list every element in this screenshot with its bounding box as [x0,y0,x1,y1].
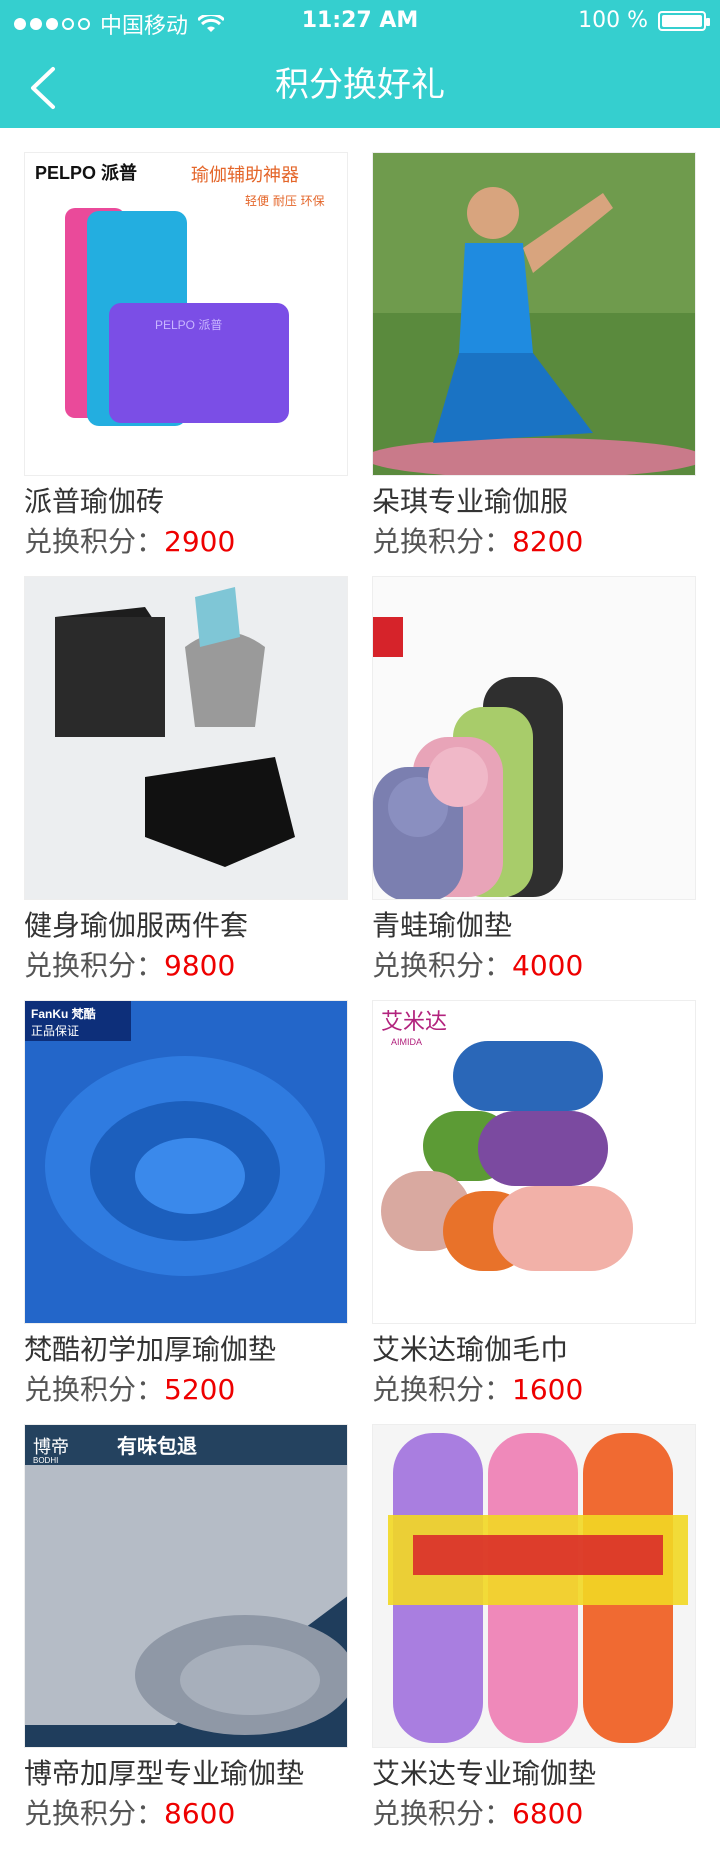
product-name[interactable]: 博帝加厚型专业瑜伽垫 [24,1754,304,1794]
product-points: 兑换积分：8200 [372,525,584,558]
product-image[interactable] [372,152,696,476]
svg-text:FanKu 梵酷: FanKu 梵酷 [31,1006,96,1021]
product-image[interactable]: 艾米达 AIMIDA [372,1000,696,1324]
svg-text:瑜伽辅助神器: 瑜伽辅助神器 [191,165,299,186]
svg-text:正品保证: 正品保证 [31,1024,79,1038]
product-card[interactable]: PELPO 派普 瑜伽辅助神器 轻便 耐压 环保 PELPO 派普 派普瑜伽砖 … [24,152,348,576]
product-image[interactable]: 博帝 BODHI 有味包退 [24,1424,348,1748]
product-name[interactable]: 艾米达专业瑜伽垫 [372,1754,596,1794]
svg-text:博帝: 博帝 [33,1437,69,1458]
svg-text:PELPO 派普: PELPO 派普 [155,318,222,332]
product-name[interactable]: 派普瑜伽砖 [24,482,164,522]
svg-text:艾米达: 艾米达 [381,1010,447,1035]
product-card[interactable]: 艾米达专业瑜伽垫 兑换积分：6800 [372,1424,696,1848]
nav-bar: 积分换好礼 [0,42,720,128]
product-card[interactable]: 朵琪专业瑜伽服 兑换积分：8200 [372,152,696,576]
product-points: 兑换积分：8600 [24,1797,236,1830]
product-points: 兑换积分：9800 [24,949,236,982]
page-title: 积分换好礼 [275,65,445,105]
product-name[interactable]: 朵琪专业瑜伽服 [372,482,568,522]
product-name[interactable]: 健身瑜伽服两件套 [24,906,248,946]
svg-text:PELPO 派普: PELPO 派普 [35,162,137,183]
points-value: 8200 [512,525,584,558]
product-name[interactable]: 艾米达瑜伽毛巾 [372,1330,568,1370]
product-name[interactable]: 梵酷初学加厚瑜伽垫 [24,1330,276,1370]
battery-icon [658,10,710,31]
product-points: 兑换积分：2900 [24,525,236,558]
product-points: 兑换积分：1600 [372,1373,584,1406]
svg-text:轻便 耐压 环保: 轻便 耐压 环保 [245,194,325,208]
svg-text:AIMIDA: AIMIDA [391,1037,422,1047]
product-image[interactable] [372,576,696,900]
svg-text:BODHI: BODHI [33,1456,58,1465]
points-value: 8600 [164,1797,236,1830]
points-value: 2900 [164,525,236,558]
product-points: 兑换积分：6800 [372,1797,584,1830]
header-bar: 中国移动 11:27 AM 100 % 积分换好礼 [0,0,720,128]
product-card[interactable]: 艾米达 AIMIDA 艾米达瑜伽毛巾 兑换积分：1600 [372,1000,696,1424]
points-value: 5200 [164,1373,236,1406]
product-points: 兑换积分：4000 [372,949,584,982]
product-card[interactable]: 博帝 BODHI 有味包退 博帝加厚型专业瑜伽垫 兑换积分：8600 [24,1424,348,1848]
product-card[interactable]: 健身瑜伽服两件套 兑换积分：9800 [24,576,348,1000]
product-image[interactable] [24,576,348,900]
svg-text:有味包退: 有味包退 [117,1434,197,1458]
product-image[interactable]: FanKu 梵酷 正品保证 [24,1000,348,1324]
product-points: 兑换积分：5200 [24,1373,236,1406]
product-name[interactable]: 青蛙瑜伽垫 [372,906,512,946]
status-bar: 中国移动 11:27 AM 100 % [0,0,720,42]
product-image[interactable]: PELPO 派普 瑜伽辅助神器 轻便 耐压 环保 PELPO 派普 [24,152,348,476]
product-image[interactable] [372,1424,696,1748]
product-card[interactable]: 青蛙瑜伽垫 兑换积分：4000 [372,576,696,1000]
points-value: 4000 [512,949,584,982]
points-value: 1600 [512,1373,584,1406]
product-card[interactable]: FanKu 梵酷 正品保证 梵酷初学加厚瑜伽垫 兑换积分：5200 [24,1000,348,1424]
points-value: 9800 [164,949,236,982]
battery-label: 100 % [578,8,648,33]
points-value: 6800 [512,1797,584,1830]
